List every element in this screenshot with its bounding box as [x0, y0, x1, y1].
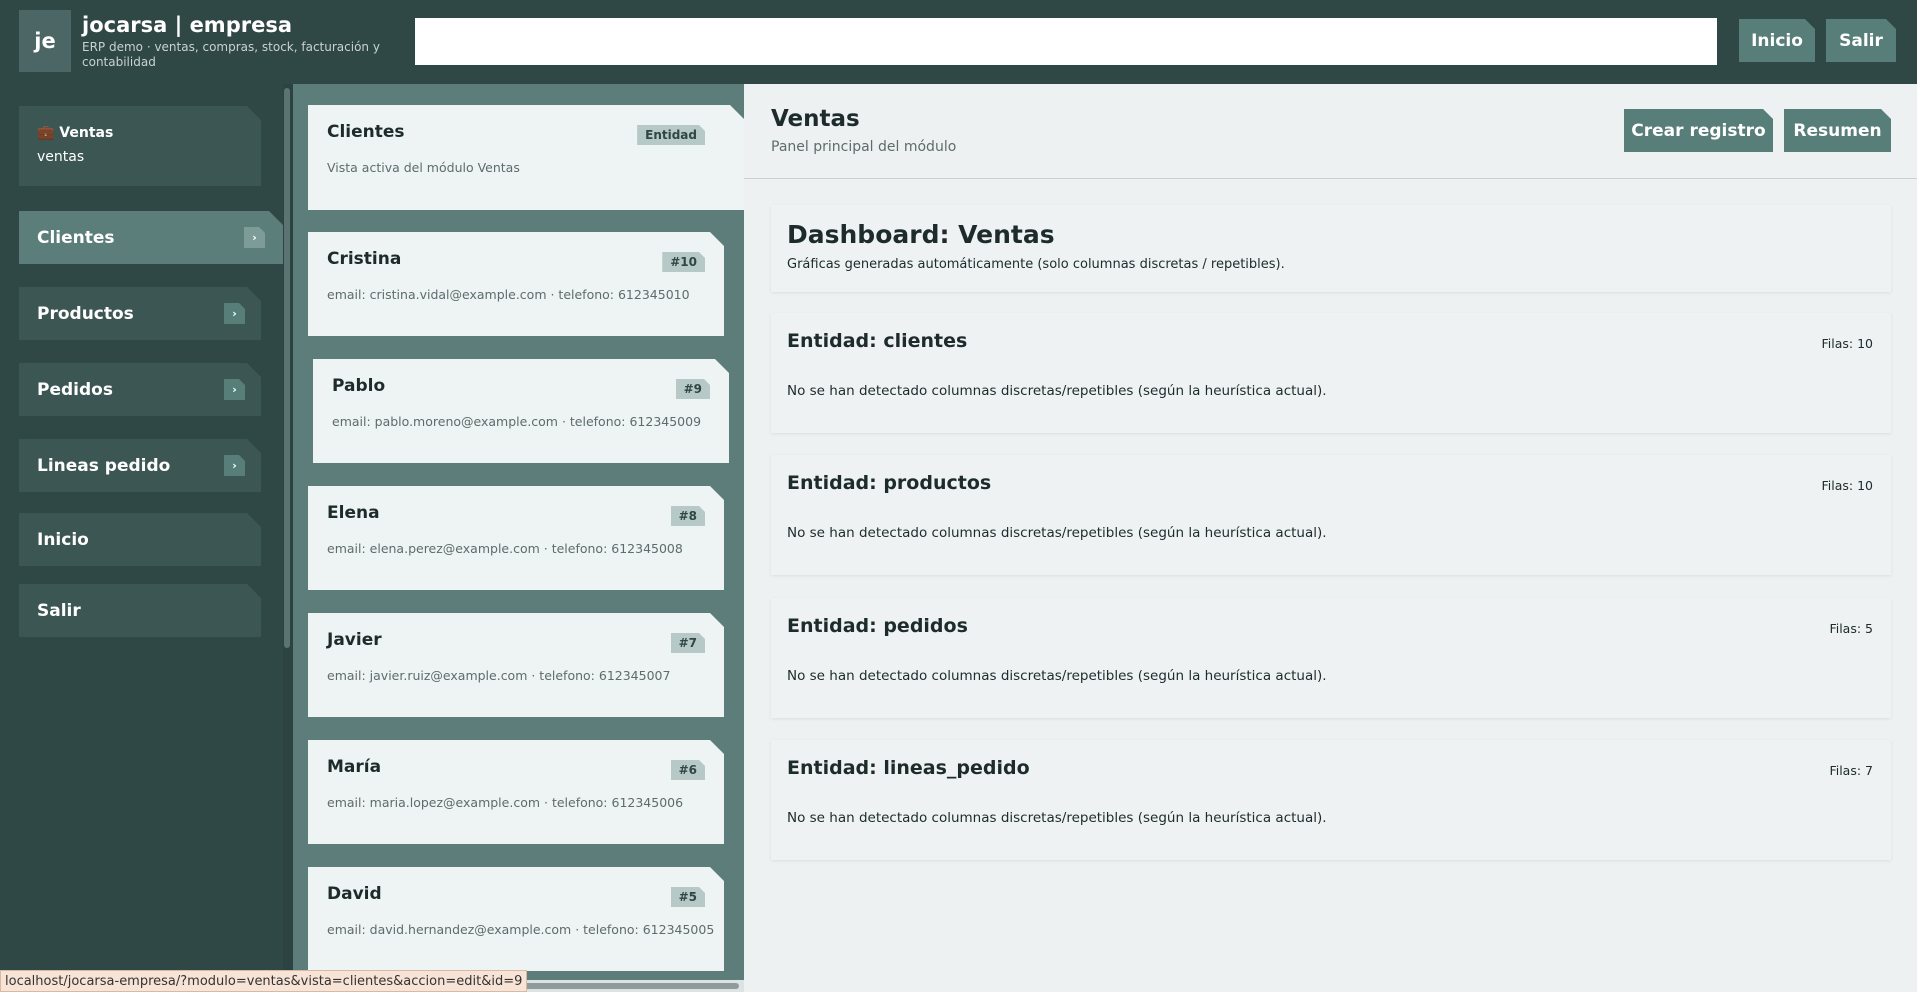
- sidebar-scrollbar-thumb[interactable]: [284, 88, 290, 648]
- module-card: 💼 Ventas ventas: [19, 106, 261, 186]
- entity-message: No se han detectado columnas discretas/r…: [787, 668, 1327, 684]
- record-name: Cristina: [327, 249, 402, 269]
- dashboard-title: Dashboard: Ventas: [787, 220, 1055, 249]
- record-list: Clientes Entidad Vista activa del módulo…: [293, 84, 744, 992]
- entity-badge: Entidad: [637, 125, 705, 145]
- entity-row-count: Filas: 5: [1829, 621, 1873, 636]
- resumen-button[interactable]: Resumen: [1784, 109, 1891, 152]
- page-header: Ventas Panel principal del módulo Crear …: [744, 84, 1917, 179]
- app-title: jocarsa | empresa: [82, 13, 292, 37]
- record-desc: email: javier.ruiz@example.com · telefon…: [327, 668, 671, 683]
- record-desc: email: david.hernandez@example.com · tel…: [327, 922, 715, 937]
- chevron-right-icon: ›: [224, 303, 245, 324]
- module-title: 💼 Ventas: [37, 125, 114, 141]
- record-id-badge: #9: [676, 379, 710, 399]
- dashboard-panel: Dashboard: Ventas Gráficas generadas aut…: [771, 205, 1891, 292]
- entity-panel-pedidos: Entidad: pedidos Filas: 5 No se han dete…: [771, 598, 1891, 718]
- list-item[interactable]: Cristina #10 email: cristina.vidal@examp…: [308, 232, 724, 336]
- list-item[interactable]: María #6 email: maria.lopez@example.com …: [308, 740, 724, 844]
- inicio-button[interactable]: Inicio: [1739, 19, 1815, 62]
- record-name: María: [327, 757, 382, 777]
- logo[interactable]: je: [19, 10, 71, 72]
- sidebar: 💼 Ventas ventas Clientes › Productos › P…: [0, 84, 283, 992]
- sidebar-item-label: Clientes: [37, 227, 115, 248]
- chevron-right-icon: ›: [244, 227, 265, 248]
- record-name: Elena: [327, 503, 380, 523]
- record-desc: email: pablo.moreno@example.com · telefo…: [332, 414, 702, 429]
- record-id-badge: #5: [671, 887, 705, 907]
- entity-message: No se han detectado columnas discretas/r…: [787, 525, 1327, 541]
- sidebar-item-clientes[interactable]: Clientes ›: [19, 211, 283, 264]
- sidebar-item-label: Lineas pedido: [37, 455, 171, 476]
- record-desc: email: cristina.vidal@example.com · tele…: [327, 287, 690, 302]
- list-header-title: Clientes: [327, 122, 405, 142]
- list-item[interactable]: Javier #7 email: javier.ruiz@example.com…: [308, 613, 724, 717]
- dashboard-subtitle: Gráficas generadas automáticamente (solo…: [787, 257, 1285, 272]
- sidebar-item-label: Productos: [37, 303, 134, 324]
- list-header-card: Clientes Entidad Vista activa del módulo…: [308, 105, 744, 210]
- sidebar-item-pedidos[interactable]: Pedidos ›: [19, 363, 261, 416]
- sidebar-item-label: Salir: [37, 600, 81, 621]
- list-item[interactable]: Elena #8 email: elena.perez@example.com …: [308, 486, 724, 590]
- record-name: David: [327, 884, 382, 904]
- chevron-right-icon: ›: [224, 455, 245, 476]
- page-subtitle: Panel principal del módulo: [771, 139, 957, 155]
- entity-panel-productos: Entidad: productos Filas: 10 No se han d…: [771, 455, 1891, 575]
- sidebar-item-lineas-pedido[interactable]: Lineas pedido ›: [19, 439, 261, 492]
- entity-title: Entidad: productos: [787, 472, 992, 494]
- chevron-right-icon: ›: [224, 379, 245, 400]
- list-item[interactable]: Pablo #9 email: pablo.moreno@example.com…: [313, 359, 729, 463]
- entity-title: Entidad: pedidos: [787, 615, 968, 637]
- entity-panel-clientes: Entidad: clientes Filas: 10 No se han de…: [771, 313, 1891, 433]
- list-header-desc: Vista activa del módulo Ventas: [327, 160, 520, 175]
- sidebar-item-inicio[interactable]: Inicio: [19, 513, 261, 566]
- top-bar: je jocarsa | empresa ERP demo · ventas, …: [0, 0, 1917, 84]
- entity-title: Entidad: lineas_pedido: [787, 757, 1030, 779]
- crear-registro-button[interactable]: Crear registro: [1624, 109, 1773, 152]
- entity-message: No se han detectado columnas discretas/r…: [787, 383, 1327, 399]
- module-subtitle: ventas: [37, 149, 85, 165]
- entity-row-count: Filas: 10: [1821, 478, 1874, 493]
- entity-row-count: Filas: 7: [1829, 763, 1873, 778]
- main-panel: Ventas Panel principal del módulo Crear …: [744, 84, 1917, 992]
- record-name: Javier: [327, 630, 382, 650]
- entity-panel-lineas-pedido: Entidad: lineas_pedido Filas: 7 No se ha…: [771, 740, 1891, 860]
- link-status-bar: localhost/jocarsa-empresa/?modulo=ventas…: [0, 970, 528, 992]
- record-desc: email: maria.lopez@example.com · telefon…: [327, 795, 684, 810]
- record-id-badge: #10: [662, 252, 705, 272]
- record-id-badge: #7: [671, 633, 705, 653]
- app-subtitle: ERP demo · ventas, compras, stock, factu…: [82, 40, 380, 69]
- record-id-badge: #8: [671, 506, 705, 526]
- entity-message: No se han detectado columnas discretas/r…: [787, 810, 1327, 826]
- sidebar-item-salir[interactable]: Salir: [19, 584, 261, 637]
- record-desc: email: elena.perez@example.com · telefon…: [327, 541, 683, 556]
- record-name: Pablo: [332, 376, 386, 396]
- search-input[interactable]: [415, 18, 1717, 65]
- list-item[interactable]: David #5 email: david.hernandez@example.…: [308, 867, 724, 971]
- salir-button[interactable]: Salir: [1826, 19, 1896, 62]
- sidebar-item-label: Pedidos: [37, 379, 113, 400]
- sidebar-item-productos[interactable]: Productos ›: [19, 287, 261, 340]
- entity-row-count: Filas: 10: [1821, 336, 1874, 351]
- page-title: Ventas: [771, 106, 860, 132]
- sidebar-item-label: Inicio: [37, 529, 89, 550]
- entity-title: Entidad: clientes: [787, 330, 968, 352]
- record-id-badge: #6: [671, 760, 705, 780]
